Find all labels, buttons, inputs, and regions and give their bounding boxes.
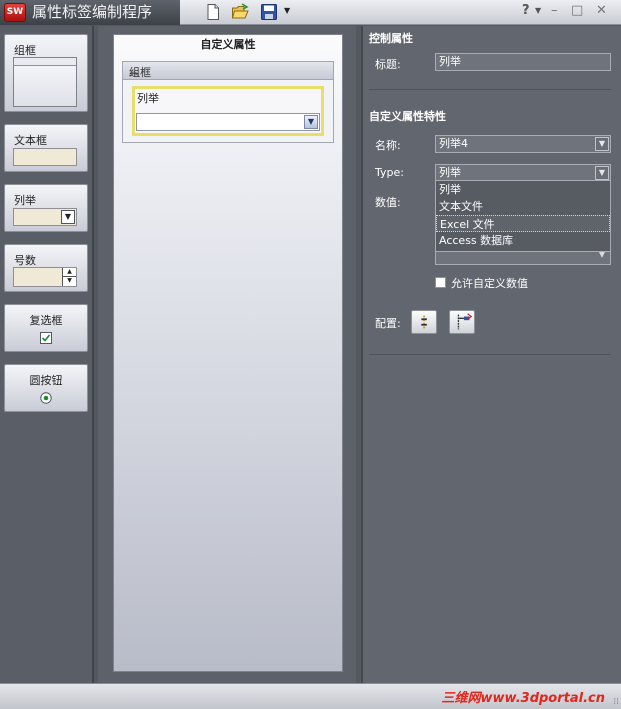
control-properties-heading: 控制属性 bbox=[369, 32, 413, 45]
help-icon[interactable]: ? bbox=[522, 3, 530, 18]
chevron-down-icon[interactable]: ▼ bbox=[304, 115, 318, 129]
palette-item-label: 列举 bbox=[14, 194, 36, 207]
checkbox-preview-icon bbox=[40, 332, 52, 344]
section-divider bbox=[369, 89, 611, 90]
allow-custom-checkbox[interactable] bbox=[435, 277, 446, 288]
textbox-preview-icon bbox=[13, 148, 77, 166]
site-watermark: 三维网www.3dportal.cn bbox=[441, 691, 605, 706]
preview-title: 自定义属性 bbox=[200, 38, 256, 51]
config-list-icon bbox=[421, 315, 427, 329]
collapse-icon[interactable]: ︽ bbox=[129, 63, 327, 78]
groupbox-preview-icon bbox=[13, 57, 77, 107]
dropdown-option[interactable]: Access 数据库 bbox=[436, 232, 610, 249]
name-value: 列举4 bbox=[439, 137, 468, 150]
chevron-down-icon[interactable]: ▼ bbox=[595, 166, 609, 180]
section-divider bbox=[369, 354, 611, 355]
type-dropdown-list[interactable]: 列举 文本文件 Excel 文件 Access 数据库 bbox=[435, 180, 611, 252]
preview-list-label: 列举 bbox=[137, 92, 159, 105]
window-title: 属性标签编制程序 bbox=[32, 3, 153, 21]
close-button[interactable]: ✕ bbox=[596, 3, 607, 18]
preview-groupbox[interactable]: 组框 ︽ 列举 ▼ bbox=[122, 61, 334, 143]
type-label: Type: bbox=[375, 166, 404, 179]
dropdown-option[interactable]: 文本文件 bbox=[436, 198, 610, 215]
preview-list-control[interactable]: 列举 ▼ bbox=[132, 86, 324, 136]
properties-panel: 控制属性 标题: 列举 自定义属性特性 名称: 列举4 ▼ Type: 列举 ▼… bbox=[361, 26, 621, 683]
caption-label: 标题: bbox=[375, 58, 401, 71]
type-value: 列举 bbox=[439, 166, 461, 179]
palette-item-label: 圆按钮 bbox=[29, 374, 63, 387]
resize-grip-icon[interactable]: ⁞⁞ bbox=[613, 697, 619, 707]
radio-preview-icon bbox=[40, 392, 52, 404]
dropdown-option-highlighted[interactable]: Excel 文件 bbox=[436, 215, 610, 232]
palette-item-label: 号数 bbox=[14, 254, 36, 267]
config-label: 配置: bbox=[375, 317, 401, 330]
config-select-button[interactable] bbox=[411, 310, 437, 334]
palette-item-groupbox[interactable]: 组框 bbox=[4, 34, 88, 112]
status-bar: 三维网www.3dportal.cn ⁞⁞ bbox=[0, 683, 621, 709]
name-select[interactable]: 列举4 ▼ bbox=[435, 135, 611, 153]
config-tree-icon bbox=[457, 313, 473, 330]
caption-value: 列举 bbox=[439, 55, 461, 68]
number-preview-icon: ▲ ▼ bbox=[13, 267, 77, 287]
maximize-button[interactable]: □ bbox=[571, 3, 583, 18]
new-document-icon[interactable] bbox=[204, 3, 222, 21]
palette-item-radio[interactable]: 圆按钮 bbox=[4, 364, 88, 412]
groupbox-header: 组框 ︽ bbox=[123, 62, 333, 80]
config-tree-button[interactable] bbox=[449, 310, 475, 334]
palette-item-label: 复选框 bbox=[29, 314, 63, 327]
palette-item-list[interactable]: 列举 ▼ bbox=[4, 184, 88, 232]
control-palette: 组框 文本框 列举 ▼ 号数 ▲ ▼ 复选框 圆按钮 bbox=[0, 26, 94, 683]
values-label: 数值: bbox=[375, 196, 401, 209]
minimize-button[interactable]: – bbox=[551, 3, 558, 18]
title-bar: SW 属性标签编制程序 ▼ ? ▼ – □ ✕ bbox=[0, 0, 621, 25]
caption-input[interactable]: 列举 bbox=[435, 53, 611, 71]
preview-list-select[interactable]: ▼ bbox=[136, 113, 320, 131]
open-folder-icon[interactable] bbox=[231, 3, 249, 21]
chevron-down-icon[interactable]: ▼ bbox=[595, 137, 609, 151]
property-preview: 自定义属性 组框 ︽ 列举 ▼ bbox=[113, 34, 343, 672]
palette-item-label: 组框 bbox=[14, 44, 36, 57]
app-tab: SW 属性标签编制程序 bbox=[0, 0, 180, 25]
save-icon[interactable] bbox=[260, 3, 278, 21]
app-logo[interactable]: SW bbox=[4, 3, 26, 22]
list-preview-icon: ▼ bbox=[13, 208, 77, 226]
palette-item-checkbox[interactable]: 复选框 bbox=[4, 304, 88, 352]
dropdown-option[interactable]: 列举 bbox=[436, 181, 610, 198]
palette-item-label: 文本框 bbox=[14, 134, 47, 147]
palette-item-textbox[interactable]: 文本框 bbox=[4, 124, 88, 172]
custom-properties-heading: 自定义属性特性 bbox=[369, 110, 446, 123]
help-dropdown-icon[interactable]: ▼ bbox=[535, 6, 541, 15]
allow-custom-label: 允许自定义数值 bbox=[451, 277, 528, 290]
name-label: 名称: bbox=[375, 139, 401, 152]
save-dropdown-icon[interactable]: ▼ bbox=[284, 6, 290, 15]
palette-item-number[interactable]: 号数 ▲ ▼ bbox=[4, 244, 88, 292]
